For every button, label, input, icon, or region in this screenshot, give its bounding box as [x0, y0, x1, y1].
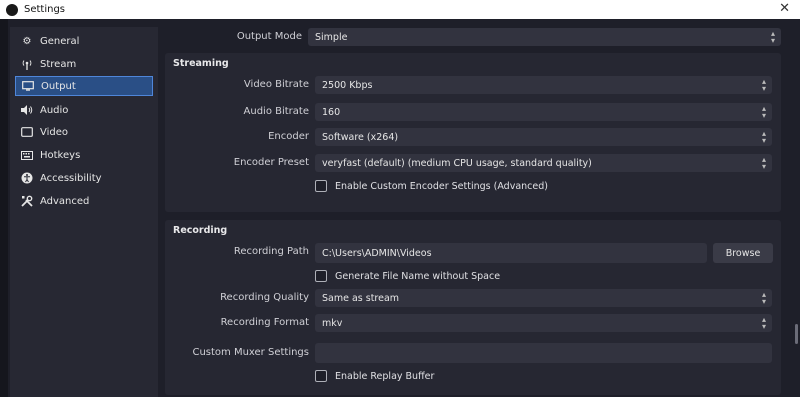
sidebar-item-label: Advanced — [40, 195, 90, 207]
output-icon — [21, 79, 35, 93]
dropdown-arrows-icon: ▴ ▾ — [761, 155, 766, 171]
checkbox-box[interactable] — [315, 180, 327, 192]
scrollbar[interactable] — [795, 324, 798, 344]
keyboard-icon — [20, 148, 34, 162]
accessibility-icon — [20, 171, 34, 185]
recording-quality-label: Recording Quality — [220, 292, 309, 303]
encoder-preset-select[interactable]: veryfast (default) (medium CPU usage, st… — [315, 154, 772, 172]
dropdown-arrows-icon: ▴ ▾ — [761, 104, 766, 120]
audio-bitrate-select[interactable]: 160 ▴ ▾ — [315, 103, 772, 121]
output-mode-label: Output Mode — [236, 31, 302, 42]
encoder-preset-label: Encoder Preset — [233, 157, 309, 168]
tools-icon — [20, 194, 34, 208]
video-bitrate-input[interactable]: 2500 Kbps ▴ ▾ — [315, 76, 772, 94]
encoder-label: Encoder — [268, 131, 309, 142]
audio-bitrate-value: 160 — [322, 106, 341, 118]
recording-path-value: C:\Users\ADMIN\Videos — [322, 247, 432, 259]
sidebar-item-label: General — [40, 35, 80, 47]
dropdown-arrows-icon: ▴ ▾ — [761, 129, 766, 145]
video-bitrate-label: Video Bitrate — [243, 79, 309, 90]
recording-quality-select[interactable]: Same as stream ▴ ▾ — [315, 289, 772, 307]
custom-muxer-input[interactable] — [315, 343, 772, 363]
sidebar-item-hotkeys[interactable]: Hotkeys — [15, 145, 153, 165]
window-edge — [0, 19, 8, 397]
sidebar-item-audio[interactable]: Audio — [15, 100, 153, 120]
sidebar-item-general[interactable]: ⚙ General — [15, 31, 153, 51]
sidebar-item-accessibility[interactable]: Accessibility — [15, 168, 153, 188]
sidebar-item-output[interactable]: Output — [15, 76, 153, 96]
sidebar-item-label: Video — [40, 126, 69, 138]
antenna-icon — [20, 57, 34, 71]
recording-path-label: Recording Path — [233, 246, 309, 257]
window-title: Settings — [24, 4, 66, 15]
video-bitrate-value: 2500 Kbps — [322, 79, 373, 91]
sidebar-item-stream[interactable]: Stream — [15, 54, 153, 74]
recording-format-select[interactable]: mkv ▴ ▾ — [315, 314, 772, 332]
sidebar-item-label: Output — [41, 80, 76, 92]
spin-arrows-icon[interactable]: ▴ ▾ — [762, 78, 766, 93]
checkbox-box[interactable] — [315, 370, 327, 382]
recording-title: Recording — [173, 225, 228, 236]
recording-format-label: Recording Format — [220, 317, 309, 328]
sidebar-item-label: Stream — [40, 58, 77, 70]
browse-button[interactable]: Browse — [713, 243, 773, 263]
settings-sidebar: ⚙ General Stream Output Audio Video Hotk… — [10, 27, 158, 397]
audio-bitrate-label: Audio Bitrate — [243, 106, 309, 117]
encoder-preset-value: veryfast (default) (medium CPU usage, st… — [322, 157, 592, 169]
streaming-title: Streaming — [173, 58, 229, 69]
sidebar-item-video[interactable]: Video — [15, 122, 153, 142]
sidebar-item-label: Audio — [40, 104, 69, 116]
dropdown-arrows-icon: ▴ ▾ — [761, 290, 766, 306]
obs-logo-icon — [6, 3, 18, 16]
encoder-value: Software (x264) — [322, 131, 399, 143]
custom-muxer-label: Custom Muxer Settings — [192, 347, 309, 358]
recording-quality-value: Same as stream — [322, 292, 400, 304]
dropdown-arrows-icon: ▴ ▾ — [761, 315, 766, 331]
close-icon[interactable]: ✕ — [779, 1, 790, 16]
no-space-label: Generate File Name without Space — [335, 270, 501, 282]
title-bar: Settings ✕ — [0, 0, 800, 19]
output-mode-value: Simple — [315, 31, 348, 43]
sidebar-item-advanced[interactable]: Advanced — [15, 191, 153, 211]
gear-icon: ⚙ — [22, 35, 32, 47]
no-space-checkbox[interactable]: Generate File Name without Space — [315, 270, 500, 282]
encoder-select[interactable]: Software (x264) ▴ ▾ — [315, 128, 772, 146]
custom-encoder-label: Enable Custom Encoder Settings (Advanced… — [335, 180, 548, 192]
recording-format-value: mkv — [322, 317, 343, 329]
speaker-icon — [20, 103, 34, 117]
custom-encoder-checkbox[interactable]: Enable Custom Encoder Settings (Advanced… — [315, 180, 548, 192]
sidebar-item-label: Hotkeys — [40, 149, 81, 161]
sidebar-item-label: Accessibility — [40, 172, 102, 184]
checkbox-box[interactable] — [315, 270, 327, 282]
replay-buffer-checkbox[interactable]: Enable Replay Buffer — [315, 370, 434, 382]
recording-path-input[interactable]: C:\Users\ADMIN\Videos — [315, 243, 707, 263]
monitor-icon — [20, 125, 34, 139]
replay-buffer-label: Enable Replay Buffer — [335, 370, 435, 382]
output-mode-select[interactable]: Simple ▴ ▾ — [308, 28, 781, 46]
dropdown-arrows-icon: ▴ ▾ — [770, 29, 775, 45]
